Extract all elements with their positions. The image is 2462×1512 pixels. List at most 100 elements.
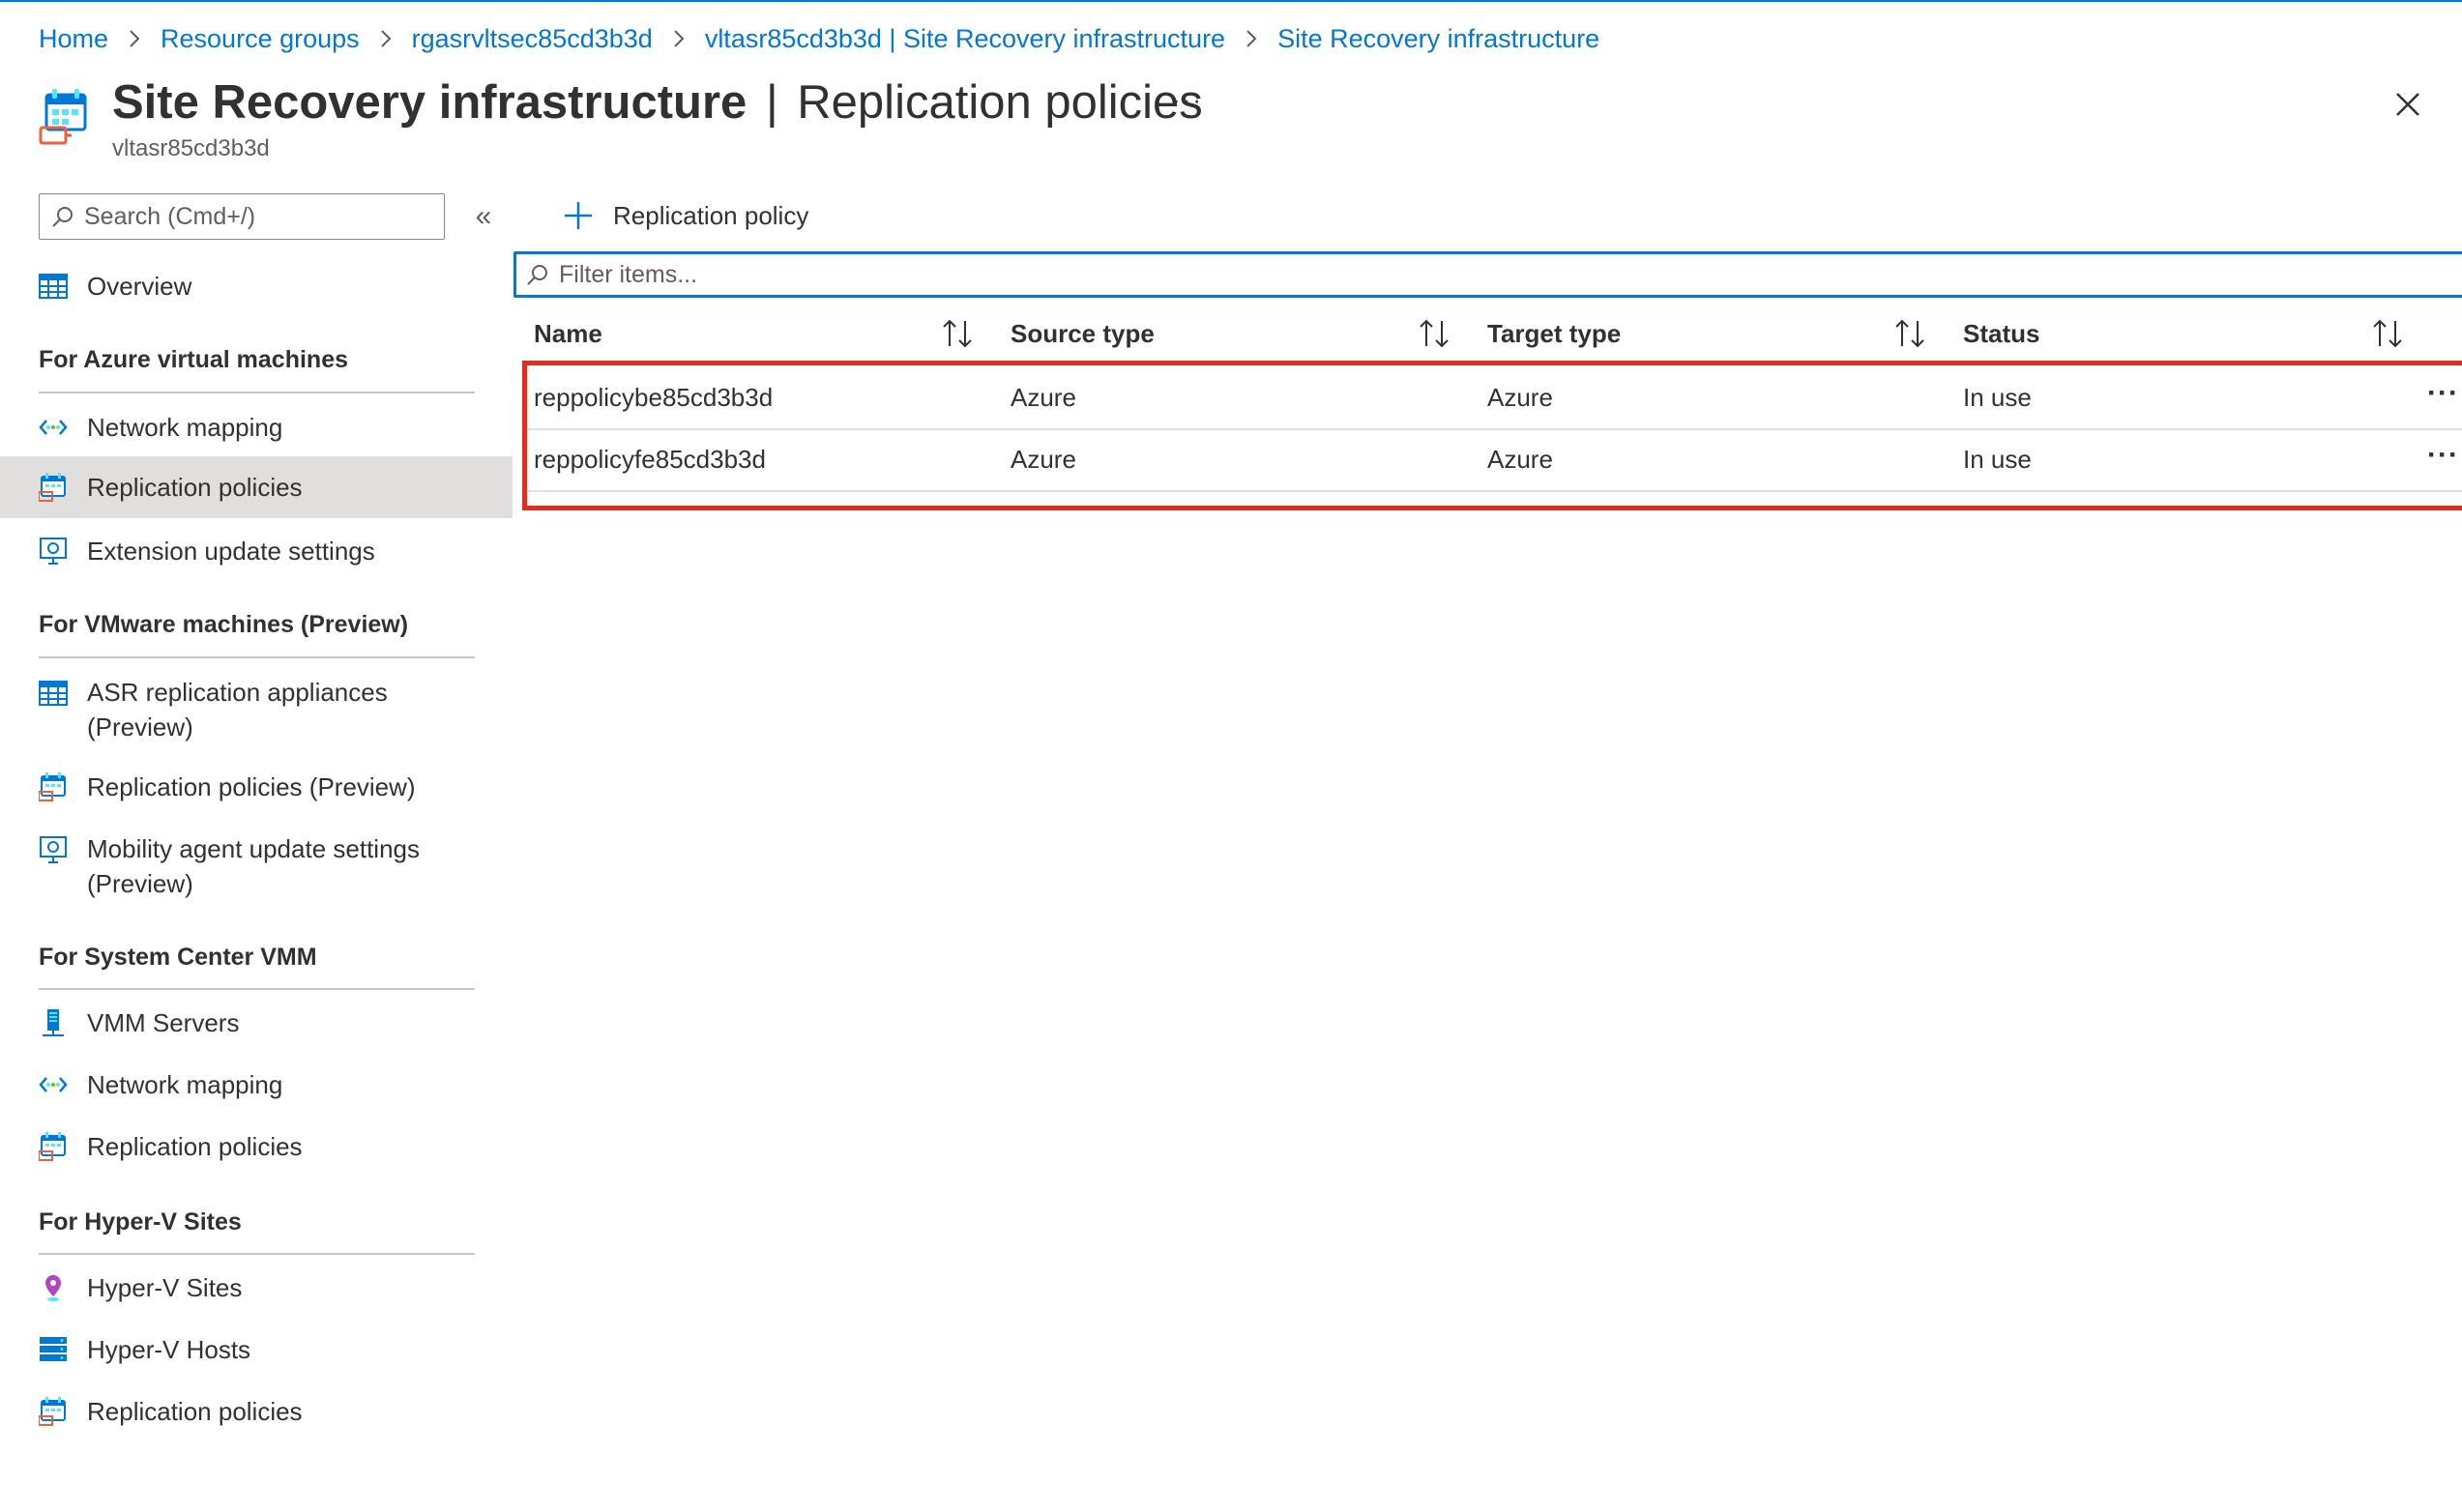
cell-status: In use: [1963, 445, 2032, 474]
cell-target-type: Azure: [1487, 445, 1553, 474]
search-icon: [52, 207, 73, 227]
replication-policy-icon: [39, 772, 66, 801]
sidebar-item-hyperv-hosts[interactable]: Hyper-V Hosts: [0, 1332, 513, 1367]
cell-source-type: Azure: [1011, 445, 1076, 474]
sidebar-item-replication-policies-vmm[interactable]: Replication policies: [0, 1129, 513, 1164]
row-more-button[interactable]: ···: [2427, 439, 2459, 472]
section-hyperv-sites: For Hyper-V Sites: [39, 1208, 242, 1236]
sidebar-item-network-mapping-azure[interactable]: Network mapping: [0, 410, 513, 445]
sidebar-item-hyperv-sites[interactable]: Hyper-V Sites: [0, 1270, 513, 1305]
cell-name[interactable]: reppolicyfe85cd3b3d: [534, 445, 766, 475]
sort-icon[interactable]: [1893, 317, 1928, 350]
overview-icon: [39, 274, 68, 299]
chevron-right-icon: [1245, 29, 1258, 48]
update-settings-icon: [40, 538, 67, 565]
network-mapping-icon: [39, 420, 68, 435]
page-title-separator: |: [765, 76, 778, 129]
sort-icon[interactable]: [2371, 317, 2406, 350]
sidebar-search[interactable]: [39, 193, 445, 240]
sidebar-item-label: Overview: [87, 272, 192, 301]
section-vmware: For VMware machines (Preview): [39, 611, 409, 638]
sidebar-item-label: VMM Servers: [87, 1008, 240, 1037]
section-divider: [39, 988, 475, 990]
cell-name[interactable]: reppolicybe85cd3b3d: [534, 383, 773, 413]
sidebar-item-label-suffix: (Preview): [87, 869, 193, 898]
sidebar-item-label: ASR replication appliances: [87, 678, 388, 707]
column-header-target-type[interactable]: Target type: [1487, 311, 1621, 356]
cell-target-type: Azure: [1487, 383, 1553, 412]
plus-icon: [565, 202, 592, 229]
sidebar-item-label: Mobility agent update settings: [87, 834, 420, 863]
sidebar-item-label: Network mapping: [87, 1070, 283, 1099]
site-recovery-icon: [39, 89, 93, 151]
page-title-sub: Replication policies: [797, 76, 1203, 129]
filter-box[interactable]: [513, 251, 2462, 298]
chevron-right-icon: [128, 29, 141, 48]
breadcrumb-vault[interactable]: vltasr85cd3b3d | Site Recovery infrastru…: [705, 24, 1225, 54]
sidebar-item-extension-update-settings[interactable]: Extension update settings: [0, 534, 513, 568]
sidebar-item-vmm-servers[interactable]: VMM Servers: [0, 1005, 513, 1040]
filter-input[interactable]: [559, 260, 2396, 289]
replication-policy-icon: [39, 473, 66, 502]
sidebar-item-label: Hyper-V Hosts: [87, 1335, 251, 1364]
page-title-main: Site Recovery infrastructure: [112, 76, 747, 129]
replication-policy-icon: [39, 1132, 66, 1161]
chevron-right-icon: [379, 29, 393, 48]
sidebar-item-network-mapping-vmm[interactable]: Network mapping: [0, 1067, 513, 1102]
network-mapping-icon: [39, 1077, 68, 1092]
section-system-center-vmm: For System Center VMM: [39, 944, 317, 971]
sidebar-item-label: Network mapping: [87, 413, 283, 442]
table-row[interactable]: reppolicyfe85cd3b3d Azure Azure In use: [522, 429, 2462, 491]
row-divider: [522, 490, 2462, 492]
sidebar-search-input[interactable]: [84, 202, 432, 231]
column-header-source-type[interactable]: Source type: [1011, 311, 1155, 356]
sidebar-item-label: Replication policies (Preview): [87, 772, 416, 801]
sidebar-item-overview[interactable]: Overview: [0, 269, 513, 304]
row-more-button[interactable]: ···: [2427, 377, 2459, 410]
section-divider: [39, 656, 475, 658]
close-button[interactable]: [2389, 85, 2427, 124]
column-header-name[interactable]: Name: [534, 311, 602, 356]
cell-source-type: Azure: [1011, 383, 1076, 412]
more-options-button[interactable]: ···: [1172, 85, 1203, 115]
add-replication-policy-label: Replication policy: [613, 200, 809, 230]
sort-icon[interactable]: [1418, 317, 1452, 350]
collapse-sidebar-button[interactable]: «: [468, 199, 499, 234]
sidebar-item-asr-appliances[interactable]: ASR replication appliances (Preview): [0, 675, 513, 744]
breadcrumb-home[interactable]: Home: [39, 24, 108, 54]
sidebar-item-replication-policies-azure[interactable]: Replication policies: [0, 456, 513, 518]
close-icon: [2396, 93, 2419, 116]
page-title: Site Recovery infrastructure | Replicati…: [112, 72, 1203, 133]
appliance-icon: [39, 681, 68, 706]
section-azure-vms: For Azure virtual machines: [39, 346, 348, 373]
sidebar-item-label: Hyper-V Sites: [87, 1273, 243, 1302]
top-accent-line: [0, 0, 2462, 2]
breadcrumb-site-recovery[interactable]: Site Recovery infrastructure: [1277, 24, 1599, 54]
section-divider: [39, 1253, 475, 1255]
breadcrumb-resource-group[interactable]: rgasrvltsec85cd3b3d: [412, 24, 653, 54]
location-pin-icon: [45, 1275, 61, 1301]
add-replication-policy-button[interactable]: Replication policy: [563, 193, 808, 238]
sidebar-item-label-suffix: (Preview): [87, 712, 193, 741]
search-icon: [527, 265, 547, 285]
breadcrumb-resource-groups[interactable]: Resource groups: [161, 24, 360, 54]
section-divider: [39, 392, 475, 393]
chevron-right-icon: [672, 29, 686, 48]
page-subtitle: vltasr85cd3b3d: [112, 135, 270, 161]
sidebar-item-label: Replication policies: [87, 473, 303, 502]
column-header-status[interactable]: Status: [1963, 311, 2039, 356]
sidebar-item-label: Extension update settings: [87, 537, 375, 566]
sidebar-item-replication-policies-hyperv[interactable]: Replication policies: [0, 1394, 513, 1429]
sidebar-item-replication-policies-vmware[interactable]: Replication policies (Preview): [0, 770, 513, 804]
breadcrumb: Home Resource groups rgasrvltsec85cd3b3d…: [39, 21, 1599, 56]
sidebar-item-label: Replication policies: [87, 1397, 303, 1426]
update-settings-icon: [40, 836, 67, 863]
hosts-icon: [40, 1337, 67, 1361]
replication-policy-icon: [39, 1397, 66, 1426]
sort-icon[interactable]: [941, 317, 976, 350]
table-row[interactable]: reppolicybe85cd3b3d Azure Azure In use: [522, 367, 2462, 429]
sidebar-item-label: Replication policies: [87, 1132, 303, 1161]
cell-status: In use: [1963, 383, 2032, 412]
server-icon: [43, 1009, 64, 1036]
sidebar-item-mobility-agent-update[interactable]: Mobility agent update settings (Preview): [0, 831, 513, 901]
